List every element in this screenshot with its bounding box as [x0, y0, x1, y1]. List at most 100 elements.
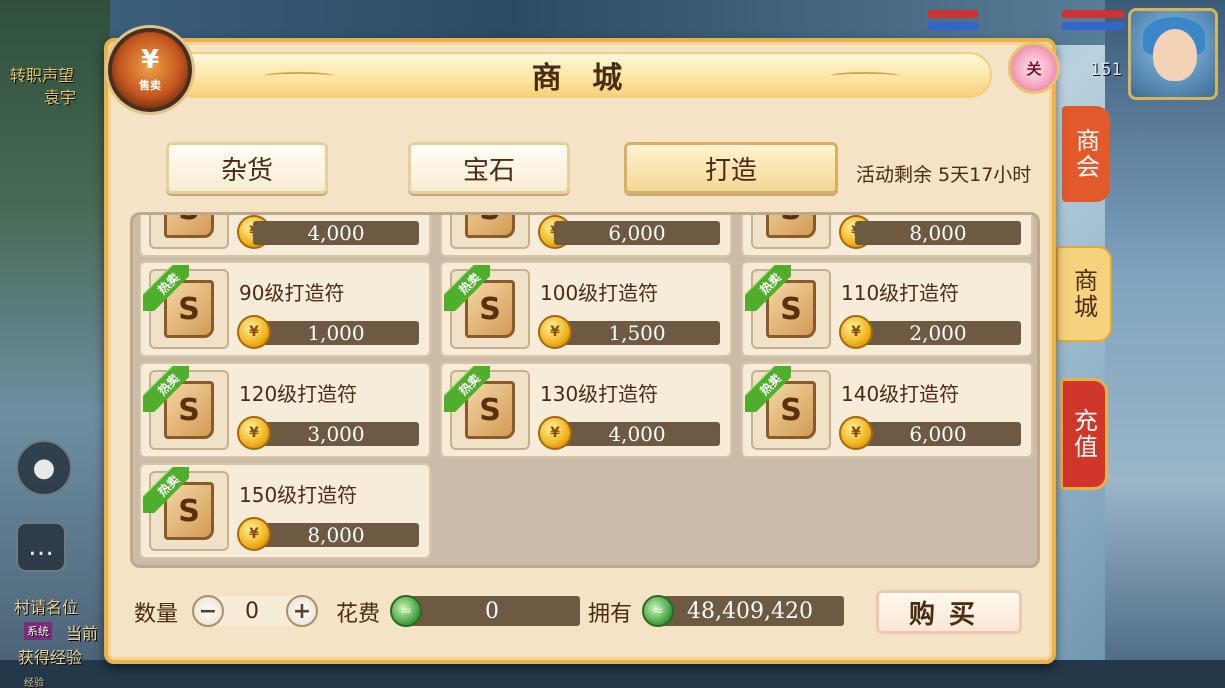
item-card[interactable]: S 热卖 150级打造符 8,000 ¥: [139, 463, 431, 559]
item-icon: S: [450, 215, 530, 249]
buy-label: 购买: [908, 599, 989, 630]
item-price: 2,000: [855, 321, 1021, 345]
forge-scroll-icon: S: [766, 215, 816, 238]
item-price: 8,000: [855, 221, 1021, 245]
item-icon: S: [149, 215, 229, 249]
tab-gems-label: 宝石: [462, 155, 515, 186]
hot-sale-label: 热卖: [444, 265, 490, 311]
cost-value: 0: [404, 596, 580, 626]
owned-value: 48,409,420: [656, 596, 844, 626]
hot-sale-tag: 热卖: [143, 366, 189, 412]
plus-icon: +: [292, 598, 312, 624]
hot-sale-tag: 热卖: [143, 467, 189, 513]
tab-gems[interactable]: 宝石: [408, 142, 570, 194]
item-card[interactable]: S 热卖 120级打造符 3,000 ¥: [139, 362, 431, 458]
decrease-quantity-button[interactable]: −: [192, 595, 224, 627]
close-icon: 关: [1026, 59, 1042, 78]
gold-coin-icon: ¥: [538, 315, 572, 349]
item-name: 100级打造符: [540, 281, 659, 305]
shop-title: 商 城: [531, 61, 633, 96]
hot-sale-label: 热卖: [143, 467, 189, 513]
item-name: 150级打造符: [239, 483, 358, 507]
hot-sale-tag: 热卖: [745, 366, 791, 412]
system-tag: 系统: [24, 622, 52, 640]
sell-button[interactable]: ¥ 售卖: [108, 28, 192, 112]
sell-label: 售卖: [139, 79, 161, 92]
shop-panel: 商 城 ¥ 售卖 关 杂货 宝石 打造 活动剩余 5天17小时 S ¥ 4,00…: [104, 28, 1060, 664]
item-icon: S: [751, 215, 831, 249]
voice-chat-button[interactable]: ●: [16, 440, 72, 496]
chat-button[interactable]: …: [16, 522, 66, 572]
player-level: 151: [1090, 60, 1123, 80]
hot-sale-label: 热卖: [444, 366, 490, 412]
hot-sale-tag: 热卖: [143, 265, 189, 311]
forge-scroll-icon: S: [164, 215, 214, 238]
hot-sale-tag: 热卖: [444, 265, 490, 311]
hot-sale-tag: 热卖: [444, 366, 490, 412]
tab-forge-label: 打造: [704, 155, 757, 186]
item-grid[interactable]: S ¥ 4,000 S ¥ 6,000 S ¥ 8,000 S 热卖 90级打造…: [130, 212, 1040, 568]
item-price: 4,000: [253, 221, 419, 245]
side-tab-recharge[interactable]: 充值: [1060, 378, 1108, 490]
buy-button[interactable]: 购买: [876, 590, 1022, 634]
hp-bar: [928, 10, 978, 18]
side-tab-mall-label: 商城: [1069, 268, 1098, 320]
item-price: 3,000: [253, 422, 419, 446]
gold-coin-icon: ¥: [237, 517, 271, 551]
item-card-partial[interactable]: S ¥ 8,000: [741, 215, 1033, 257]
item-card-partial[interactable]: S ¥ 6,000: [440, 215, 732, 257]
gold-coin-icon: ¥: [538, 416, 572, 450]
chat-icon: …: [28, 532, 54, 562]
target-hp-bar: [1062, 10, 1124, 18]
tab-forge[interactable]: 打造: [624, 142, 838, 194]
exp-label: 经验: [24, 678, 44, 688]
title-bar: 商 城: [172, 52, 992, 98]
item-card-partial[interactable]: S ¥ 4,000: [139, 215, 431, 257]
side-tab-recharge-label: 充值: [1069, 408, 1098, 460]
target-mp-bar: [1062, 22, 1124, 30]
hud-text-reputation: 转职声望: [10, 66, 75, 85]
item-price: 6,000: [554, 221, 720, 245]
item-name: 130级打造符: [540, 382, 659, 406]
jade-coin-icon: ≈: [390, 595, 422, 627]
item-card[interactable]: S 热卖 140级打造符 6,000 ¥: [741, 362, 1033, 458]
item-name: 110级打造符: [841, 281, 960, 305]
hot-sale-label: 热卖: [143, 265, 189, 311]
owned-label: 拥有: [588, 602, 633, 627]
chat-text-3: 获得经验: [18, 648, 83, 667]
avatar-face: [1153, 29, 1197, 81]
side-tab-chamber[interactable]: 商会: [1062, 106, 1110, 202]
side-tab-mall[interactable]: 商城: [1056, 246, 1112, 342]
item-card[interactable]: S 热卖 90级打造符 1,000 ¥: [139, 261, 431, 357]
chat-text-1: 村请名位: [14, 598, 79, 617]
player-avatar[interactable]: [1128, 8, 1218, 100]
microphone-icon: ●: [32, 453, 56, 483]
chat-text-2: 当前: [66, 624, 99, 643]
gold-coin-icon: ¥: [237, 416, 271, 450]
item-name: 140级打造符: [841, 382, 960, 406]
hot-sale-label: 热卖: [745, 265, 791, 311]
quantity-value: 0: [245, 598, 259, 624]
hot-sale-tag: 热卖: [745, 265, 791, 311]
yen-icon: ¥: [140, 45, 160, 75]
mp-bar: [928, 22, 978, 30]
right-scene: [1105, 0, 1225, 688]
close-button[interactable]: 关: [1008, 42, 1060, 94]
title-ornament-left: [264, 72, 334, 80]
item-price: 8,000: [253, 523, 419, 547]
item-card[interactable]: S 热卖 130级打造符 4,000 ¥: [440, 362, 732, 458]
item-card[interactable]: S 热卖 100级打造符 1,500 ¥: [440, 261, 732, 357]
tab-groceries[interactable]: 杂货: [166, 142, 328, 194]
forge-scroll-icon: S: [465, 215, 515, 238]
title-ornament-right: [830, 72, 900, 80]
hot-sale-label: 热卖: [745, 366, 791, 412]
event-remaining: 活动剩余 5天17小时: [856, 164, 1032, 186]
item-price: 4,000: [554, 422, 720, 446]
minus-icon: −: [198, 598, 218, 624]
hot-sale-label: 热卖: [143, 366, 189, 412]
item-card[interactable]: S 热卖 110级打造符 2,000 ¥: [741, 261, 1033, 357]
item-price: 1,000: [253, 321, 419, 345]
increase-quantity-button[interactable]: +: [286, 595, 318, 627]
gold-coin-icon: ¥: [839, 416, 873, 450]
hud-text-name: 袁宇: [44, 88, 77, 107]
